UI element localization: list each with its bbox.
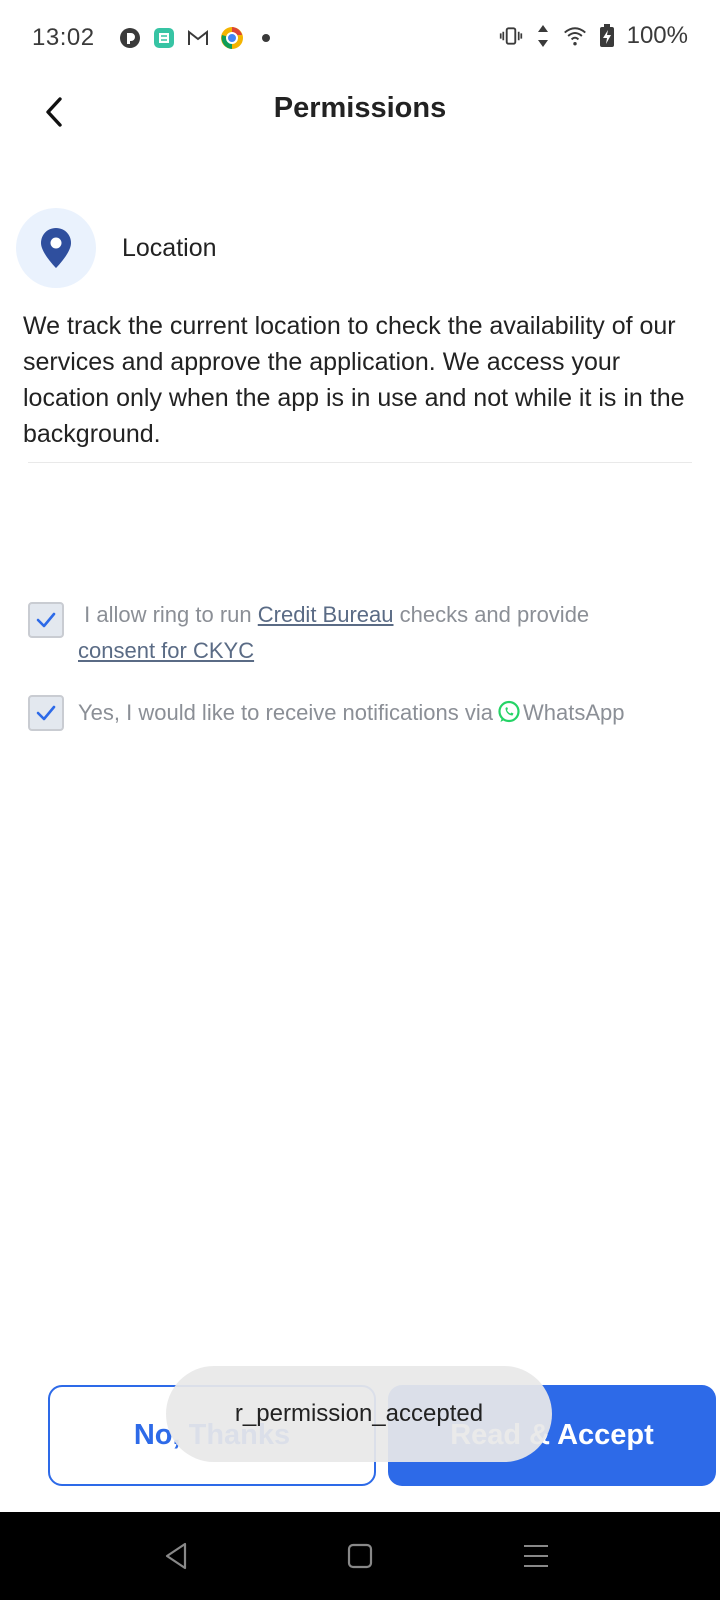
whatsapp-consent-text: Yes, I would like to receive notificatio… (78, 695, 624, 731)
location-icon-badge (16, 208, 96, 288)
status-time: 13:02 (32, 24, 95, 51)
checkmark-icon (36, 612, 56, 628)
consent-text-part: I allow ring to run (78, 602, 258, 627)
permission-location-row: Location (16, 208, 217, 288)
credit-bureau-consent-text: I allow ring to run Credit Bureau checks… (78, 597, 638, 669)
status-system-icons: 100% (499, 22, 688, 50)
nav-back-button[interactable] (158, 1538, 194, 1574)
consent-text-part: Yes, I would like to receive notificatio… (78, 700, 493, 725)
credit-bureau-checkbox[interactable] (28, 602, 64, 638)
back-triangle-icon (165, 1542, 187, 1570)
status-notification-icons (118, 26, 278, 50)
battery-charging-icon (595, 24, 619, 48)
page-title: Permissions (273, 92, 447, 124)
menu-lines-icon (524, 1545, 548, 1567)
data-arrows-icon (531, 24, 555, 48)
status-bar: 13:02 100% (0, 0, 720, 80)
credit-bureau-consent: I allow ring to run Credit Bureau checks… (28, 602, 638, 669)
toast-text: r_permission_accepted (234, 1400, 484, 1427)
more-dot-icon (254, 26, 278, 50)
divider (28, 462, 692, 463)
consent-text-part: checks and provide (393, 602, 596, 627)
whatsapp-icon (498, 700, 520, 723)
notification-app-icon (118, 26, 142, 50)
credit-bureau-link[interactable]: Credit Bureau (258, 602, 394, 627)
ckyc-consent-link[interactable]: consent for CKYC (78, 638, 254, 663)
wifi-icon (563, 24, 587, 48)
battery-percent: 100% (626, 22, 688, 49)
vibrate-icon (499, 24, 523, 48)
whatsapp-consent: Yes, I would like to receive notificatio… (28, 695, 624, 731)
checkmark-icon (36, 705, 56, 721)
gmail-icon (186, 26, 210, 50)
permission-title: Location (122, 233, 217, 262)
nav-recents-button[interactable] (518, 1538, 554, 1574)
calculator-app-icon (152, 26, 176, 50)
nav-home-button[interactable] (342, 1538, 378, 1574)
location-pin-icon (41, 228, 71, 268)
whatsapp-brand-label: WhatsApp (522, 700, 625, 725)
app-header: Permissions (0, 80, 720, 144)
system-nav-bar (0, 1512, 720, 1600)
permission-description: We track the current location to check t… (23, 312, 685, 448)
toast-message: r_permission_accepted (166, 1366, 552, 1462)
whatsapp-checkbox[interactable] (28, 695, 64, 731)
home-square-icon (347, 1543, 373, 1569)
chrome-icon (220, 26, 244, 50)
